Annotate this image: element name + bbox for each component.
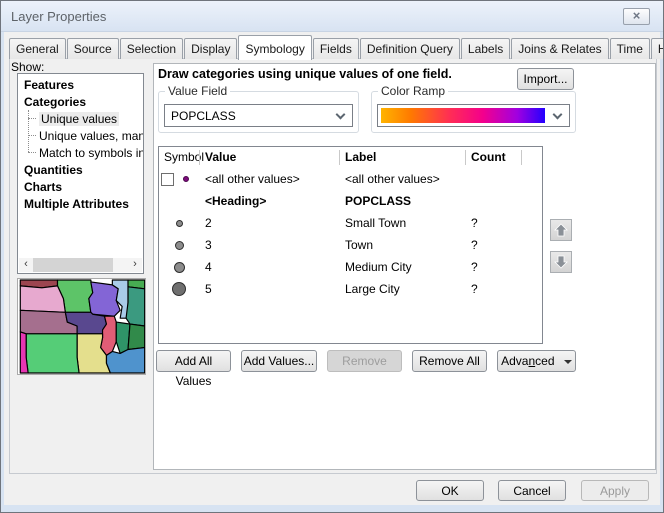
tree-item-charts[interactable]: Charts — [18, 178, 143, 195]
column-header-symbol[interactable]: Symbol — [164, 150, 204, 164]
close-button[interactable]: × — [623, 8, 650, 25]
tree-twig-icon — [28, 118, 36, 119]
chevron-down-icon — [336, 110, 346, 120]
scrollbar-thumb[interactable] — [33, 258, 113, 272]
move-down-button[interactable] — [550, 251, 572, 273]
close-icon: × — [633, 8, 641, 23]
table-row-large-city[interactable]: 5 Large City ? — [159, 278, 542, 300]
tab-fields[interactable]: Fields — [313, 38, 359, 59]
table-row-town[interactable]: 3 Town ? — [159, 234, 542, 256]
value-field-selected: POPCLASS — [171, 109, 236, 123]
renderer-tree: Features Categories Unique values Unique… — [17, 73, 144, 274]
column-header-label[interactable]: Label — [345, 150, 376, 164]
titlebar[interactable]: Layer Properties × — [1, 1, 663, 32]
advanced-button[interactable]: Advanced — [497, 350, 576, 372]
tab-html-popup[interactable]: HTML Popup — [651, 38, 664, 59]
tab-general[interactable]: General — [9, 38, 66, 59]
gray-point-symbol-icon[interactable] — [175, 241, 184, 250]
renderer-description: Draw categories using unique values of o… — [158, 67, 452, 81]
gray-point-symbol-icon[interactable] — [174, 262, 185, 273]
tree-item-match-to-symbols[interactable]: Match to symbols in a — [18, 144, 143, 161]
tree-item-multiple-attributes[interactable]: Multiple Attributes — [18, 195, 143, 212]
tab-definition-query[interactable]: Definition Query — [360, 38, 460, 59]
tab-joins-relates[interactable]: Joins & Relates — [511, 38, 608, 59]
all-other-values-checkbox[interactable] — [161, 173, 174, 186]
remove-button[interactable]: Remove — [327, 350, 402, 372]
tab-time[interactable]: Time — [610, 38, 650, 59]
tree-horizontal-scrollbar[interactable]: ‹ › — [19, 258, 142, 272]
color-ramp-gradient — [381, 108, 545, 123]
tab-symbology[interactable]: Symbology — [238, 35, 311, 60]
chevron-down-icon — [553, 110, 563, 120]
column-header-count[interactable]: Count — [471, 150, 506, 164]
color-ramp-label: Color Ramp — [378, 84, 448, 98]
arrow-up-icon — [554, 223, 568, 237]
table-row-heading[interactable]: <Heading> POPCLASS — [159, 190, 542, 212]
tree-item-features[interactable]: Features — [18, 76, 143, 93]
dropdown-caret-icon — [564, 360, 572, 364]
tree-twig-icon — [28, 152, 36, 153]
show-label: Show: — [11, 60, 44, 74]
scroll-left-icon[interactable]: ‹ — [19, 258, 33, 272]
map-preview — [17, 278, 146, 375]
remove-all-button[interactable]: Remove All — [412, 350, 487, 372]
add-values-button[interactable]: Add Values... — [241, 350, 317, 372]
color-ramp-dropdown[interactable] — [377, 104, 570, 127]
layer-properties-dialog: Layer Properties × General Source Select… — [0, 0, 664, 513]
map-preview-image — [18, 279, 145, 374]
window-title: Layer Properties — [11, 9, 106, 24]
arrow-down-icon — [554, 255, 568, 269]
column-header-value[interactable]: Value — [205, 150, 236, 164]
ok-button[interactable]: OK — [416, 480, 484, 501]
scroll-right-icon[interactable]: › — [128, 258, 142, 272]
tree-branch-line — [28, 110, 29, 152]
purple-point-symbol-icon[interactable] — [183, 176, 189, 182]
tab-display[interactable]: Display — [184, 38, 237, 59]
table-row-small-town[interactable]: 2 Small Town ? — [159, 212, 542, 234]
move-up-button[interactable] — [550, 219, 572, 241]
tab-labels[interactable]: Labels — [461, 38, 510, 59]
table-row-medium-city[interactable]: 4 Medium City ? — [159, 256, 542, 278]
categories-table[interactable]: Symbol Value Label Count <all other valu… — [158, 146, 543, 344]
table-header-row: Symbol Value Label Count — [159, 147, 542, 168]
tree-item-unique-values[interactable]: Unique values — [18, 110, 143, 127]
gray-point-symbol-icon[interactable] — [172, 282, 186, 296]
tab-strip: General Source Selection Display Symbolo… — [9, 34, 664, 59]
tree-twig-icon — [28, 135, 36, 136]
tab-selection[interactable]: Selection — [120, 38, 183, 59]
tree-item-categories[interactable]: Categories — [18, 93, 143, 110]
import-button[interactable]: Import... — [517, 68, 574, 90]
tree-item-quantities[interactable]: Quantities — [18, 161, 143, 178]
value-field-label: Value Field — [165, 84, 230, 98]
cancel-button[interactable]: Cancel — [498, 480, 566, 501]
tree-item-unique-values-many[interactable]: Unique values, many — [18, 127, 143, 144]
apply-button[interactable]: Apply — [581, 480, 649, 501]
table-row-all-other-values[interactable]: <all other values> <all other values> — [159, 168, 542, 190]
add-all-values-button[interactable]: Add All Values — [156, 350, 231, 372]
value-field-dropdown[interactable]: POPCLASS — [164, 104, 353, 127]
tab-source[interactable]: Source — [67, 38, 119, 59]
gray-point-symbol-icon[interactable] — [176, 220, 183, 227]
